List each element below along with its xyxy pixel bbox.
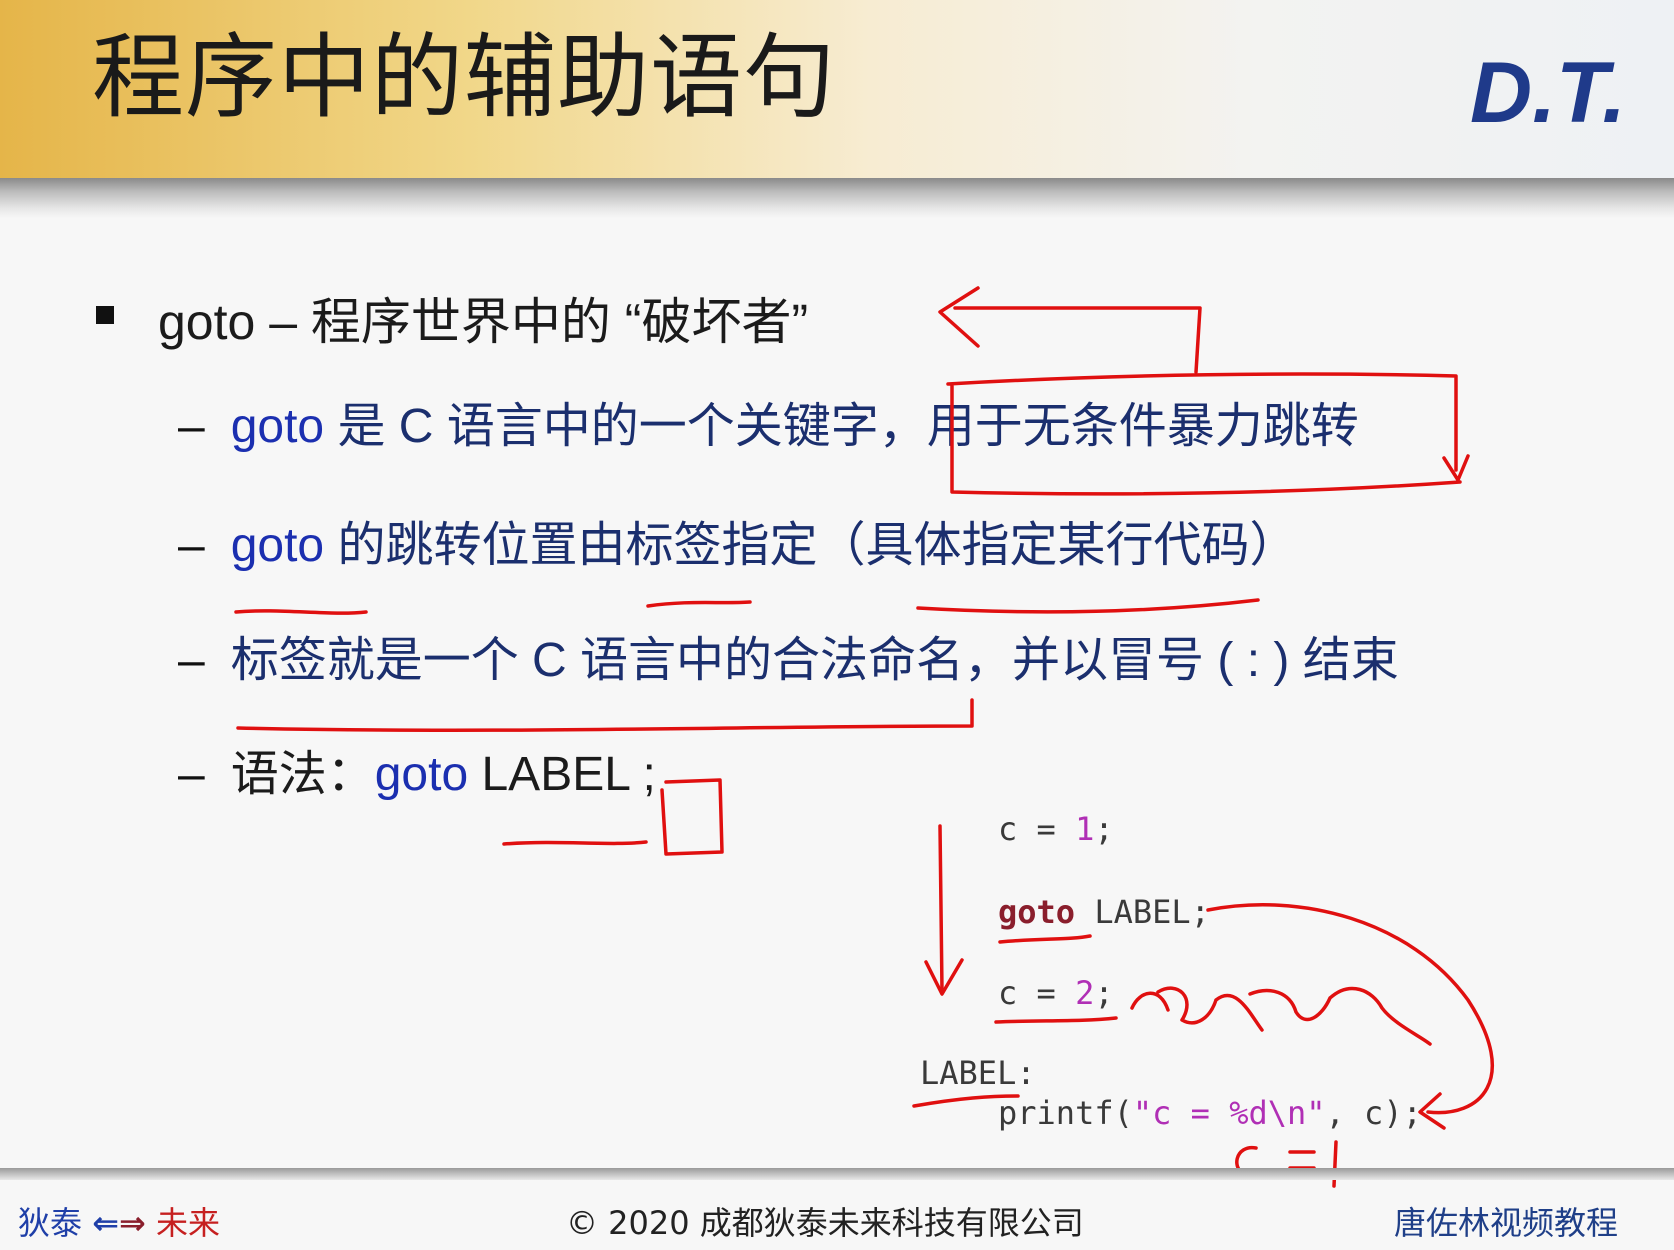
ink-jump-curve (1206, 903, 1495, 1115)
footer-course: 唐佐林视频教程 (1394, 1204, 1619, 1242)
ink-underline-syntax-label (502, 840, 648, 846)
code-line-2: goto LABEL; (998, 893, 1210, 931)
goto-keyword: goto (374, 748, 469, 801)
footer-brand-a: 狄泰 (18, 1204, 83, 1242)
sub-bullet-3: – 标签就是一个 C 语言中的合法命名，并以冒号 ( : ) 结束 (178, 620, 1399, 690)
ink-arrow-to-destroyer (953, 306, 1202, 374)
goto-keyword: goto (230, 400, 325, 453)
sub-bullet-1: – goto 是 C 语言中的一个关键字，用于无条件暴力跳转 (178, 386, 1359, 456)
ink-down-arrowhead (924, 958, 964, 996)
footer-divider (0, 1168, 1674, 1180)
sub-bullet-2-text: 的跳转位置由标签指定（具体指定某行代码） (324, 519, 1298, 572)
dt-logo-text: D.T. (1470, 45, 1626, 140)
ink-down-arrow (938, 824, 944, 992)
ink-underline-line (916, 598, 1260, 614)
right-arrow-icon: ⇒ (119, 1204, 146, 1242)
dash-bullet: – (178, 748, 205, 801)
dash-bullet: – (178, 634, 205, 687)
dt-logo: D.T. (1470, 45, 1626, 140)
ink-box-arrowhead (1442, 454, 1470, 482)
left-arrow-icon: ⇐ (92, 1204, 119, 1242)
dash-bullet: – (178, 519, 205, 572)
footer-copyright: © 2020 成都狄泰未来科技有限公司 (566, 1204, 1084, 1242)
syntax-label-rest: LABEL ; (468, 748, 656, 801)
slide-title: 程序中的辅助语句 (92, 24, 837, 131)
ink-underline-goto (234, 609, 368, 615)
ink-jump-arrowhead (1418, 1092, 1446, 1130)
goto-keyword: goto (230, 519, 325, 572)
footer-brand-b: 未来 (155, 1204, 220, 1242)
sub-bullet-1-text: 是 C 语言中的一个关键字，用于无条件暴力跳转 (324, 400, 1359, 453)
header-divider (0, 178, 1674, 218)
code-line-3: c = 2; (998, 974, 1114, 1012)
square-bullet-icon (96, 306, 114, 324)
ink-skipped-scribble (1130, 986, 1432, 1046)
ink-arrowhead (938, 286, 980, 348)
sub-bullet-4: – 语法：goto LABEL ; (178, 734, 656, 804)
ink-underline-code-c2 (994, 1016, 1118, 1024)
ink-underline-label (646, 600, 752, 608)
bullet-main-text: goto – 程序世界中的 “破坏者” (158, 294, 809, 350)
code-line-label: LABEL: (920, 1054, 1036, 1092)
ink-box-semicolon (660, 778, 724, 856)
syntax-label: 语法： (230, 748, 375, 801)
ink-underline-code-goto (998, 934, 1092, 944)
code-line-1: c = 1; (998, 810, 1114, 848)
footer-brand: 狄泰 ⇐⇒ 未来 (18, 1198, 220, 1244)
ink-underline-sub3 (236, 698, 974, 732)
dash-bullet: – (178, 400, 205, 453)
sub-bullet-3-text: 标签就是一个 C 语言中的合法命名，并以冒号 ( : ) 结束 (230, 634, 1399, 687)
code-line-printf: printf("c = %d\n", c); (998, 1094, 1422, 1132)
sub-bullet-2: – goto 的跳转位置由标签指定（具体指定某行代码） (178, 505, 1297, 575)
